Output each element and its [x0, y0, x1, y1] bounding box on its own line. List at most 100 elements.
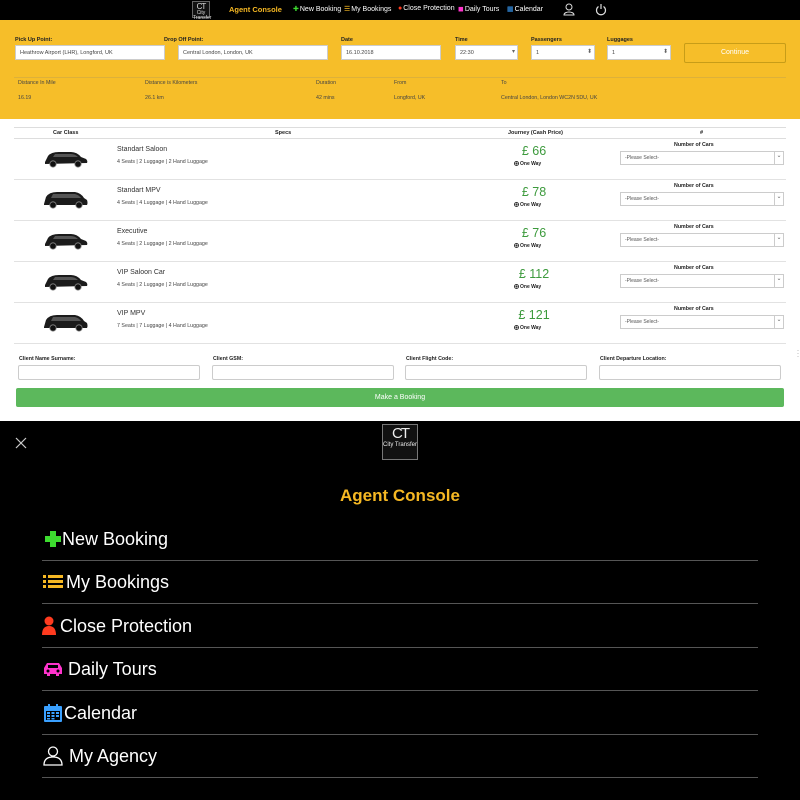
account-icon[interactable]	[563, 3, 575, 16]
number-of-cars-label: Number of Cars	[674, 183, 714, 189]
nav-new-booking-label: New Booking	[299, 6, 342, 13]
date-field[interactable]: 16.10.2018	[341, 45, 441, 60]
car-specs: 4 Seats | 4 Luggage | 4 Hand Luggage	[117, 200, 208, 206]
car-image	[45, 234, 88, 250]
user-outline-icon	[43, 746, 63, 766]
continue-button[interactable]: Continue	[684, 43, 786, 63]
client-flight-input[interactable]	[405, 365, 587, 380]
client-gsm-input[interactable]	[212, 365, 394, 380]
nav-my-bookings[interactable]: ☰My Bookings	[344, 5, 391, 13]
one-way-radio[interactable]: One Way	[514, 284, 541, 290]
one-way-radio[interactable]: One Way	[514, 161, 541, 167]
nav-daily-tours[interactable]: ◼Daily Tours	[458, 5, 499, 13]
one-way-radio[interactable]: One Way	[514, 325, 541, 331]
car-image	[45, 275, 88, 291]
info-header-km: Distance is Kilometers	[145, 80, 198, 86]
client-departure-input[interactable]	[599, 365, 781, 380]
info-header-duration: Duration	[316, 80, 337, 86]
car-specs: 4 Seats | 2 Luggage | 2 Hand Luggage	[117, 241, 208, 247]
car-icon: ◼	[458, 6, 464, 13]
menu-item-label: Calendar	[64, 703, 138, 723]
number-of-cars-select[interactable]: -Please Select-	[620, 192, 784, 206]
client-name-input[interactable]	[18, 365, 200, 380]
info-header-from: From	[394, 80, 407, 86]
menu-item-label: My Bookings	[66, 572, 170, 592]
nav-new-booking[interactable]: ✚New Booking	[293, 5, 341, 13]
th-journey: Journey (Cash Price)	[508, 130, 564, 136]
one-way-label: One Way	[520, 325, 542, 331]
radio-icon	[514, 325, 519, 330]
one-way-radio[interactable]: One Way	[514, 243, 541, 249]
menu-item-my-agency[interactable]: My Agency	[42, 735, 758, 778]
client-flight-label: Client Flight Code:	[406, 356, 454, 362]
car-specs: 4 Seats | 2 Luggage | 2 Hand Luggage	[117, 282, 208, 288]
menu-item-daily-tours[interactable]: Daily Tours	[42, 648, 758, 691]
car-name: VIP Saloon Car	[117, 269, 166, 276]
table-row: Executive 4 Seats | 2 Luggage | 2 Hand L…	[14, 221, 786, 262]
menu-item-label: Close Protection	[60, 616, 193, 636]
th-specs: Specs	[275, 130, 292, 136]
menu-item-calendar[interactable]: Calendar	[42, 692, 758, 735]
menu-item-close-protection[interactable]: Close Protection	[42, 605, 758, 648]
close-icon[interactable]	[14, 436, 28, 450]
dropoff-field[interactable]: Central London, London, UK	[178, 45, 328, 60]
list-icon: ☰	[344, 6, 351, 13]
info-km: 26.1 km	[145, 95, 164, 101]
plus-icon: ✚	[293, 6, 299, 13]
th-car-class: Car Class	[53, 130, 79, 136]
car-name: VIP MPV	[117, 310, 146, 317]
nav-calendar-label: Calendar	[514, 6, 544, 13]
car-icon	[44, 663, 62, 676]
logo-large[interactable]: CT City Transfer	[382, 424, 418, 460]
price: £ 76	[521, 226, 547, 240]
menu-item-my-bookings[interactable]: My Bookings	[42, 561, 758, 604]
table-row: Standart MPV 4 Seats | 4 Luggage | 4 Han…	[14, 180, 786, 221]
price: £ 66	[521, 144, 547, 158]
number-of-cars-select[interactable]: -Please Select-	[620, 315, 784, 329]
search-panel: Pick Up Point: Heathrow Airport (LHR), L…	[0, 20, 800, 119]
passengers-stepper[interactable]: 1	[531, 45, 595, 60]
number-of-cars-select[interactable]: -Please Select-	[620, 274, 784, 288]
car-name: Standart Saloon	[117, 146, 168, 153]
price: £ 78	[521, 185, 547, 199]
nav-calendar[interactable]: ▦Calendar	[507, 5, 543, 13]
one-way-label: One Way	[520, 202, 542, 208]
nav-daily-tours-label: Daily Tours	[464, 6, 500, 13]
info-miles: 16.19	[18, 95, 32, 101]
luggages-label: Luggages	[607, 37, 633, 43]
radio-icon	[514, 243, 519, 248]
time-select[interactable]: 22:30	[455, 45, 518, 60]
power-icon[interactable]	[595, 3, 607, 16]
user-icon: ●	[398, 5, 403, 12]
info-header-to: To	[501, 80, 507, 86]
number-of-cars-select[interactable]: -Please Select-	[620, 233, 784, 247]
info-duration: 42 mins	[316, 95, 335, 101]
price: £ 121	[518, 308, 550, 322]
make-booking-button[interactable]: Make a Booking	[16, 388, 784, 407]
logo[interactable]: CT City Transfer	[192, 1, 211, 21]
one-way-radio[interactable]: One Way	[514, 202, 541, 208]
client-name-label: Client Name Surname:	[19, 356, 76, 362]
table-header	[14, 127, 786, 139]
number-of-cars-select[interactable]: -Please Select-	[620, 151, 784, 165]
number-of-cars-label: Number of Cars	[674, 265, 714, 271]
car-name: Executive	[117, 228, 148, 235]
top-nav: CT City Transfer Agent Console ✚New Booki…	[0, 0, 800, 21]
pickup-field[interactable]: Heathrow Airport (LHR), Longford, UK	[15, 45, 165, 60]
nav-close-protection[interactable]: ●Close Protection	[398, 5, 455, 12]
number-of-cars-label: Number of Cars	[674, 224, 714, 230]
info-from: Longford, UK	[394, 95, 426, 101]
info-to: Central London, London WC2N 5DU, UK	[501, 95, 598, 101]
luggages-stepper[interactable]: 1	[607, 45, 671, 60]
number-of-cars-label: Number of Cars	[674, 142, 714, 148]
nav-my-bookings-label: My Bookings	[351, 6, 392, 13]
menu-item-label: My Agency	[69, 746, 158, 766]
list-icon	[43, 575, 63, 588]
nav-title[interactable]: Agent Console	[229, 5, 282, 14]
menu-item-new-booking[interactable]: New Booking	[42, 518, 758, 561]
info-header-miles: Distance In Mile	[18, 80, 56, 86]
date-label: Date	[341, 37, 353, 43]
menu-item-label: New Booking	[62, 529, 169, 549]
dropoff-label: Drop Off Point:	[164, 37, 204, 43]
one-way-label: One Way	[520, 243, 542, 249]
